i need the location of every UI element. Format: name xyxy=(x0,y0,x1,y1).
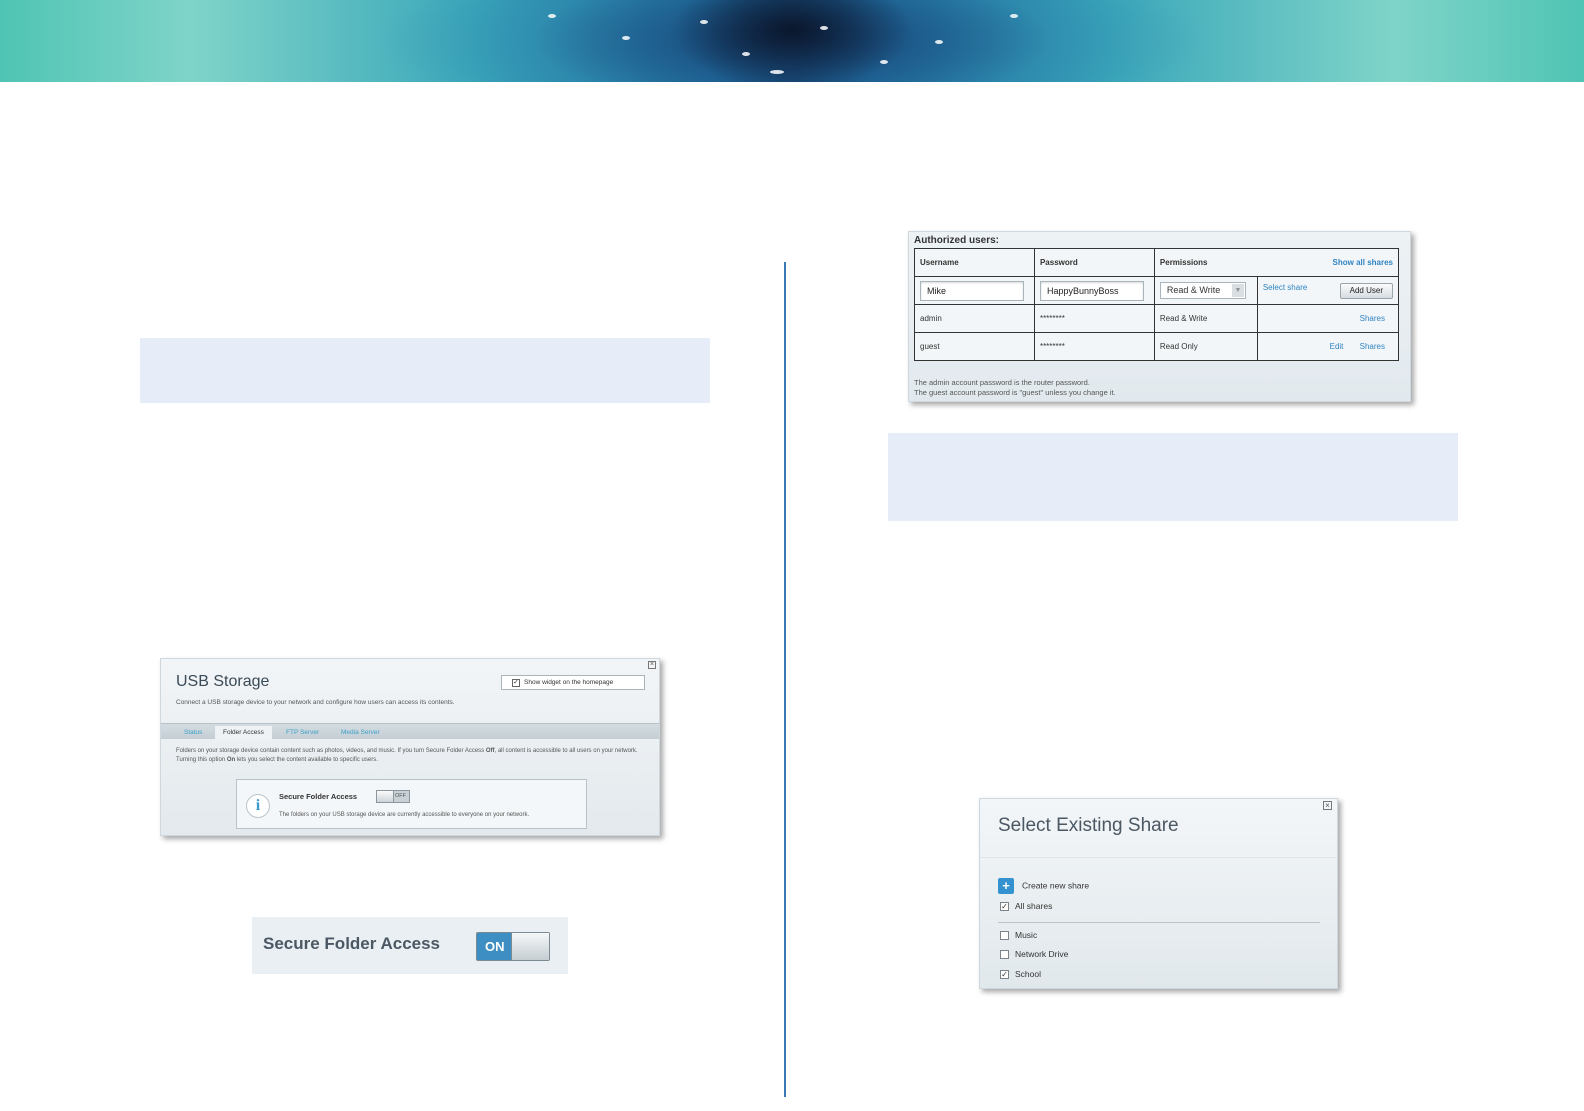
new-user-row: Mike HappyBunnyBoss Read & Write ▼ Select… xyxy=(914,276,1400,305)
table-row: guest ******** Read Only Edit Shares xyxy=(914,332,1400,361)
password-header: Password xyxy=(1033,248,1155,277)
select-existing-share-panel: × Select Existing Share + Create new shar… xyxy=(979,798,1338,989)
shares-link[interactable]: Shares xyxy=(1360,342,1385,351)
tab-ftp-server[interactable]: FTP Server xyxy=(278,726,327,740)
checkbox-icon: ✓ xyxy=(1000,970,1009,980)
table-header-row: Username Password Permissions Show all s… xyxy=(914,248,1400,277)
share-label: Music xyxy=(1015,930,1038,940)
show-widget-label: Show widget on the homepage xyxy=(524,679,614,686)
share-item-music[interactable]: Music xyxy=(1000,930,1038,941)
secure-folder-access-box: i Secure Folder Access OFF The folders o… xyxy=(236,779,587,829)
divider xyxy=(980,857,1337,858)
note-line-2: The guest account password is "guest" un… xyxy=(914,388,1116,397)
tab-folder-access[interactable]: Folder Access xyxy=(215,726,272,740)
authorized-users-title: Authorized users: xyxy=(914,235,1000,246)
permission-select[interactable]: Read & Write ▼ xyxy=(1159,282,1246,299)
manual-page: Authorized users: Username Password Perm… xyxy=(0,0,1584,1111)
users-table: Username Password Permissions Show all s… xyxy=(914,248,1400,361)
toggle-state: OFF xyxy=(395,793,406,799)
folder-access-description: Folders on your storage device contain c… xyxy=(176,748,638,763)
toggle-knob xyxy=(377,791,394,802)
row-permission: Read & Write xyxy=(1153,304,1258,333)
divider xyxy=(998,922,1320,923)
usb-storage-panel: × USB Storage Connect a USB storage devi… xyxy=(160,658,660,836)
usb-storage-title: USB Storage xyxy=(176,673,270,690)
secure-folder-status: The folders on your USB storage device a… xyxy=(279,812,530,818)
info-box-left xyxy=(140,338,710,403)
row-password: ******** xyxy=(1033,332,1155,361)
secure-folder-access-label: Secure Folder Access xyxy=(279,792,358,801)
password-note: The admin account password is the router… xyxy=(914,378,1116,398)
password-input[interactable]: HappyBunnyBoss xyxy=(1039,280,1144,301)
show-widget-checkbox[interactable]: ✓ Show widget on the homepage xyxy=(501,675,645,690)
chevron-down-icon: ▼ xyxy=(1231,284,1244,297)
share-label: Network Drive xyxy=(1015,949,1069,959)
checkbox-icon xyxy=(1000,950,1009,960)
toggle-knob xyxy=(511,933,549,960)
toggle-state: ON xyxy=(485,939,505,954)
checkbox-icon: ✓ xyxy=(512,679,520,687)
secure-folder-access-on-toggle[interactable]: ON xyxy=(476,932,550,961)
info-box-right xyxy=(888,433,1458,521)
tab-media-server[interactable]: Media Server xyxy=(333,726,388,740)
secure-folder-access-big-label: Secure Folder Access xyxy=(263,934,441,953)
checkbox-icon: ✓ xyxy=(1000,902,1009,912)
column-divider xyxy=(784,262,786,1097)
close-icon[interactable]: × xyxy=(648,661,656,669)
create-new-share-label: Create new share xyxy=(1022,880,1090,891)
secure-folder-access-on: Secure Folder Access ON xyxy=(252,917,568,974)
usb-tab-bar: Status Folder Access FTP Server Media Se… xyxy=(161,723,659,740)
authorized-users-panel: Authorized users: Username Password Perm… xyxy=(908,231,1411,402)
row-username: guest xyxy=(914,332,1035,361)
header-banner xyxy=(0,0,1584,82)
row-username: admin xyxy=(914,304,1035,333)
secure-folder-access-toggle[interactable]: OFF xyxy=(376,790,410,803)
usb-storage-description: Connect a USB storage device to your net… xyxy=(176,699,455,706)
select-share-title: Select Existing Share xyxy=(998,815,1179,836)
edit-link[interactable]: Edit xyxy=(1330,342,1344,351)
share-item-school[interactable]: ✓ School xyxy=(1000,969,1041,980)
permission-select-value: Read & Write xyxy=(1166,285,1221,295)
row-password: ******** xyxy=(1033,304,1155,333)
checkbox-icon xyxy=(1000,931,1009,941)
row-permission: Read Only xyxy=(1153,332,1258,361)
all-shares-label: All shares xyxy=(1015,901,1053,911)
username-input[interactable]: Mike xyxy=(920,280,1024,301)
share-label: School xyxy=(1015,969,1041,979)
close-icon[interactable]: × xyxy=(1323,801,1332,810)
table-row: admin ******** Read & Write Shares xyxy=(914,304,1400,333)
plus-icon: + xyxy=(998,878,1014,894)
add-user-button[interactable]: Add User xyxy=(1339,282,1393,299)
show-all-shares-link[interactable]: Show all shares xyxy=(1333,258,1393,267)
username-header: Username xyxy=(914,248,1035,277)
permissions-header: Permissions xyxy=(1153,248,1258,277)
create-new-share-button[interactable]: + Create new share xyxy=(998,878,1089,894)
tab-status[interactable]: Status xyxy=(176,726,210,740)
all-shares-checkbox[interactable]: ✓ All shares xyxy=(1000,901,1053,912)
note-line-1: The admin account password is the router… xyxy=(914,378,1090,387)
shares-link[interactable]: Shares xyxy=(1360,314,1385,323)
select-share-link[interactable]: Select share xyxy=(1263,283,1307,292)
info-icon: i xyxy=(246,794,270,818)
share-item-network-drive[interactable]: Network Drive xyxy=(1000,949,1069,960)
